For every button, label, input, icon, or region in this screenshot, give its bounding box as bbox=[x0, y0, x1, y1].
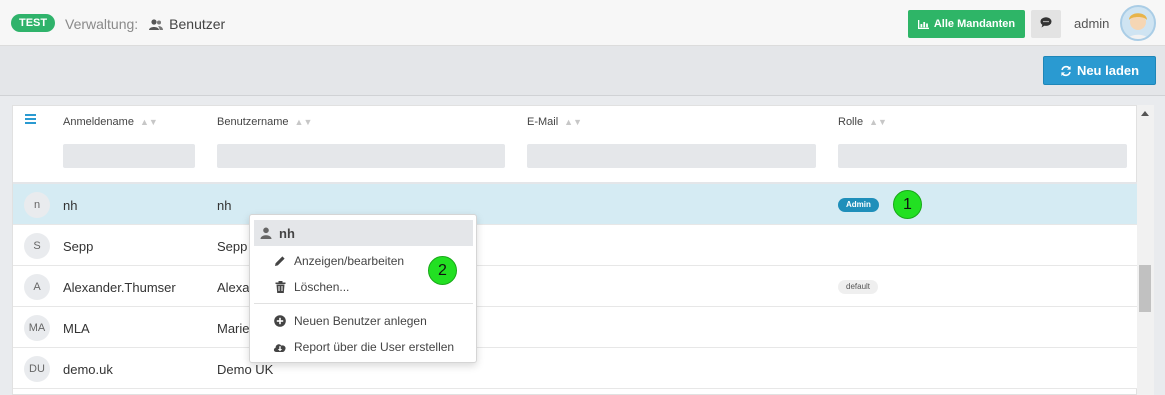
column-header-role[interactable]: Rolle ▲▼ bbox=[838, 116, 887, 128]
cloud-download-icon bbox=[273, 342, 287, 353]
reload-label: Neu laden bbox=[1076, 63, 1140, 78]
menu-item-label: Report über die User erstellen bbox=[294, 340, 455, 354]
chat-icon bbox=[1040, 15, 1052, 33]
menu-item-user-report[interactable]: Report über die User erstellen bbox=[273, 340, 454, 354]
trash-icon bbox=[273, 281, 287, 293]
avatar-image bbox=[1127, 13, 1149, 39]
cell-username: Alexa bbox=[217, 280, 250, 295]
user-initials-avatar: MA bbox=[24, 315, 50, 341]
table-row[interactable]: DU demo.uk Demo UK bbox=[13, 348, 1138, 389]
menu-item-label: Neuen Benutzer anlegen bbox=[294, 314, 427, 328]
refresh-icon bbox=[1060, 65, 1072, 77]
column-header-label: Rolle bbox=[838, 116, 864, 128]
column-header-label: E-Mail bbox=[527, 116, 559, 128]
menu-item-label: Löschen... bbox=[294, 280, 350, 294]
menu-item-new-user[interactable]: Neuen Benutzer anlegen bbox=[273, 314, 427, 328]
cell-login: Alexander.Thumser bbox=[63, 280, 176, 295]
page-title: Benutzer bbox=[169, 16, 226, 32]
table-row[interactable]: n nh nh Admin bbox=[13, 184, 1138, 225]
environment-badge: TEST bbox=[11, 14, 56, 32]
role-badge: default bbox=[838, 280, 879, 294]
filter-username-input[interactable] bbox=[217, 144, 505, 168]
table-row[interactable]: S Sepp Sepp bbox=[13, 225, 1138, 266]
sort-icon: ▲▼ bbox=[869, 117, 887, 127]
menu-item-view-edit[interactable]: Anzeigen/bearbeiten bbox=[273, 254, 404, 268]
chart-icon bbox=[917, 19, 929, 29]
column-header-label: Benutzername bbox=[217, 116, 289, 128]
table-row[interactable]: MA MLA Marie bbox=[13, 307, 1138, 348]
filter-role-input[interactable] bbox=[838, 144, 1127, 168]
reload-button[interactable]: Neu laden bbox=[1043, 56, 1156, 85]
user-initials-avatar: S bbox=[24, 233, 50, 259]
all-mandants-label: Alle Mandanten bbox=[933, 18, 1016, 30]
pencil-icon bbox=[273, 255, 287, 267]
sort-icon: ▲▼ bbox=[564, 117, 582, 127]
all-mandants-button[interactable]: Alle Mandanten bbox=[908, 10, 1025, 38]
menu-item-label: Anzeigen/bearbeiten bbox=[294, 254, 405, 268]
column-header-login[interactable]: Anmeldename ▲▼ bbox=[63, 116, 158, 128]
menu-item-delete[interactable]: Löschen... bbox=[273, 280, 349, 294]
breadcrumb: Verwaltung: Benutzer bbox=[65, 16, 225, 32]
table-row[interactable]: A Alexander.Thumser Alexa default bbox=[13, 266, 1138, 307]
column-header-label: Anmeldename bbox=[63, 116, 134, 128]
filter-email-input[interactable] bbox=[527, 144, 816, 168]
scrollbar-thumb[interactable] bbox=[1139, 265, 1151, 312]
cell-login: nh bbox=[63, 198, 78, 213]
user-initials-avatar: DU bbox=[24, 356, 50, 382]
user-avatar[interactable] bbox=[1120, 5, 1156, 41]
context-menu-title: nh bbox=[279, 225, 295, 241]
cell-username: nh bbox=[217, 198, 232, 213]
cell-username: Marie bbox=[217, 321, 250, 336]
table-header: Anmeldename ▲▼ Benutzername ▲▼ E-Mail ▲▼… bbox=[13, 106, 1138, 136]
column-header-username[interactable]: Benutzername ▲▼ bbox=[217, 116, 312, 128]
current-user-name[interactable]: admin bbox=[1074, 16, 1109, 31]
users-table: Anmeldename ▲▼ Benutzername ▲▼ E-Mail ▲▼… bbox=[12, 105, 1138, 395]
user-icon bbox=[260, 227, 272, 239]
cell-username: Demo UK bbox=[217, 362, 274, 377]
cell-username: Sepp bbox=[217, 239, 248, 254]
user-initials-avatar: n bbox=[24, 192, 50, 218]
column-menu-icon[interactable] bbox=[25, 114, 36, 124]
top-header: TEST Verwaltung: Benutzer Alle Mandanten… bbox=[0, 0, 1165, 46]
plus-circle-icon bbox=[273, 315, 287, 327]
cell-login: Sepp bbox=[63, 239, 94, 254]
filter-login-input[interactable] bbox=[63, 144, 195, 168]
user-initials-avatar: A bbox=[24, 274, 50, 300]
context-menu-header: nh bbox=[254, 220, 473, 246]
users-icon bbox=[149, 18, 164, 30]
cell-login: MLA bbox=[63, 321, 90, 336]
role-badge: Admin bbox=[838, 198, 879, 212]
toolbar: Neu laden bbox=[0, 46, 1165, 96]
context-menu: nh Anzeigen/bearbeiten Löschen... Neuen … bbox=[249, 214, 477, 363]
sort-icon: ▲▼ bbox=[139, 117, 158, 127]
annotation-marker-1: 1 bbox=[893, 190, 922, 219]
table-scrollbar[interactable] bbox=[1137, 105, 1154, 395]
scroll-up-arrow-icon[interactable] bbox=[1141, 111, 1149, 116]
chat-button[interactable] bbox=[1031, 10, 1061, 38]
column-header-email[interactable]: E-Mail ▲▼ bbox=[527, 116, 582, 128]
sort-icon: ▲▼ bbox=[294, 117, 313, 127]
menu-divider bbox=[254, 303, 473, 304]
cell-login: demo.uk bbox=[63, 362, 113, 377]
breadcrumb-section: Verwaltung: bbox=[65, 16, 139, 32]
annotation-marker-2: 2 bbox=[428, 256, 457, 285]
